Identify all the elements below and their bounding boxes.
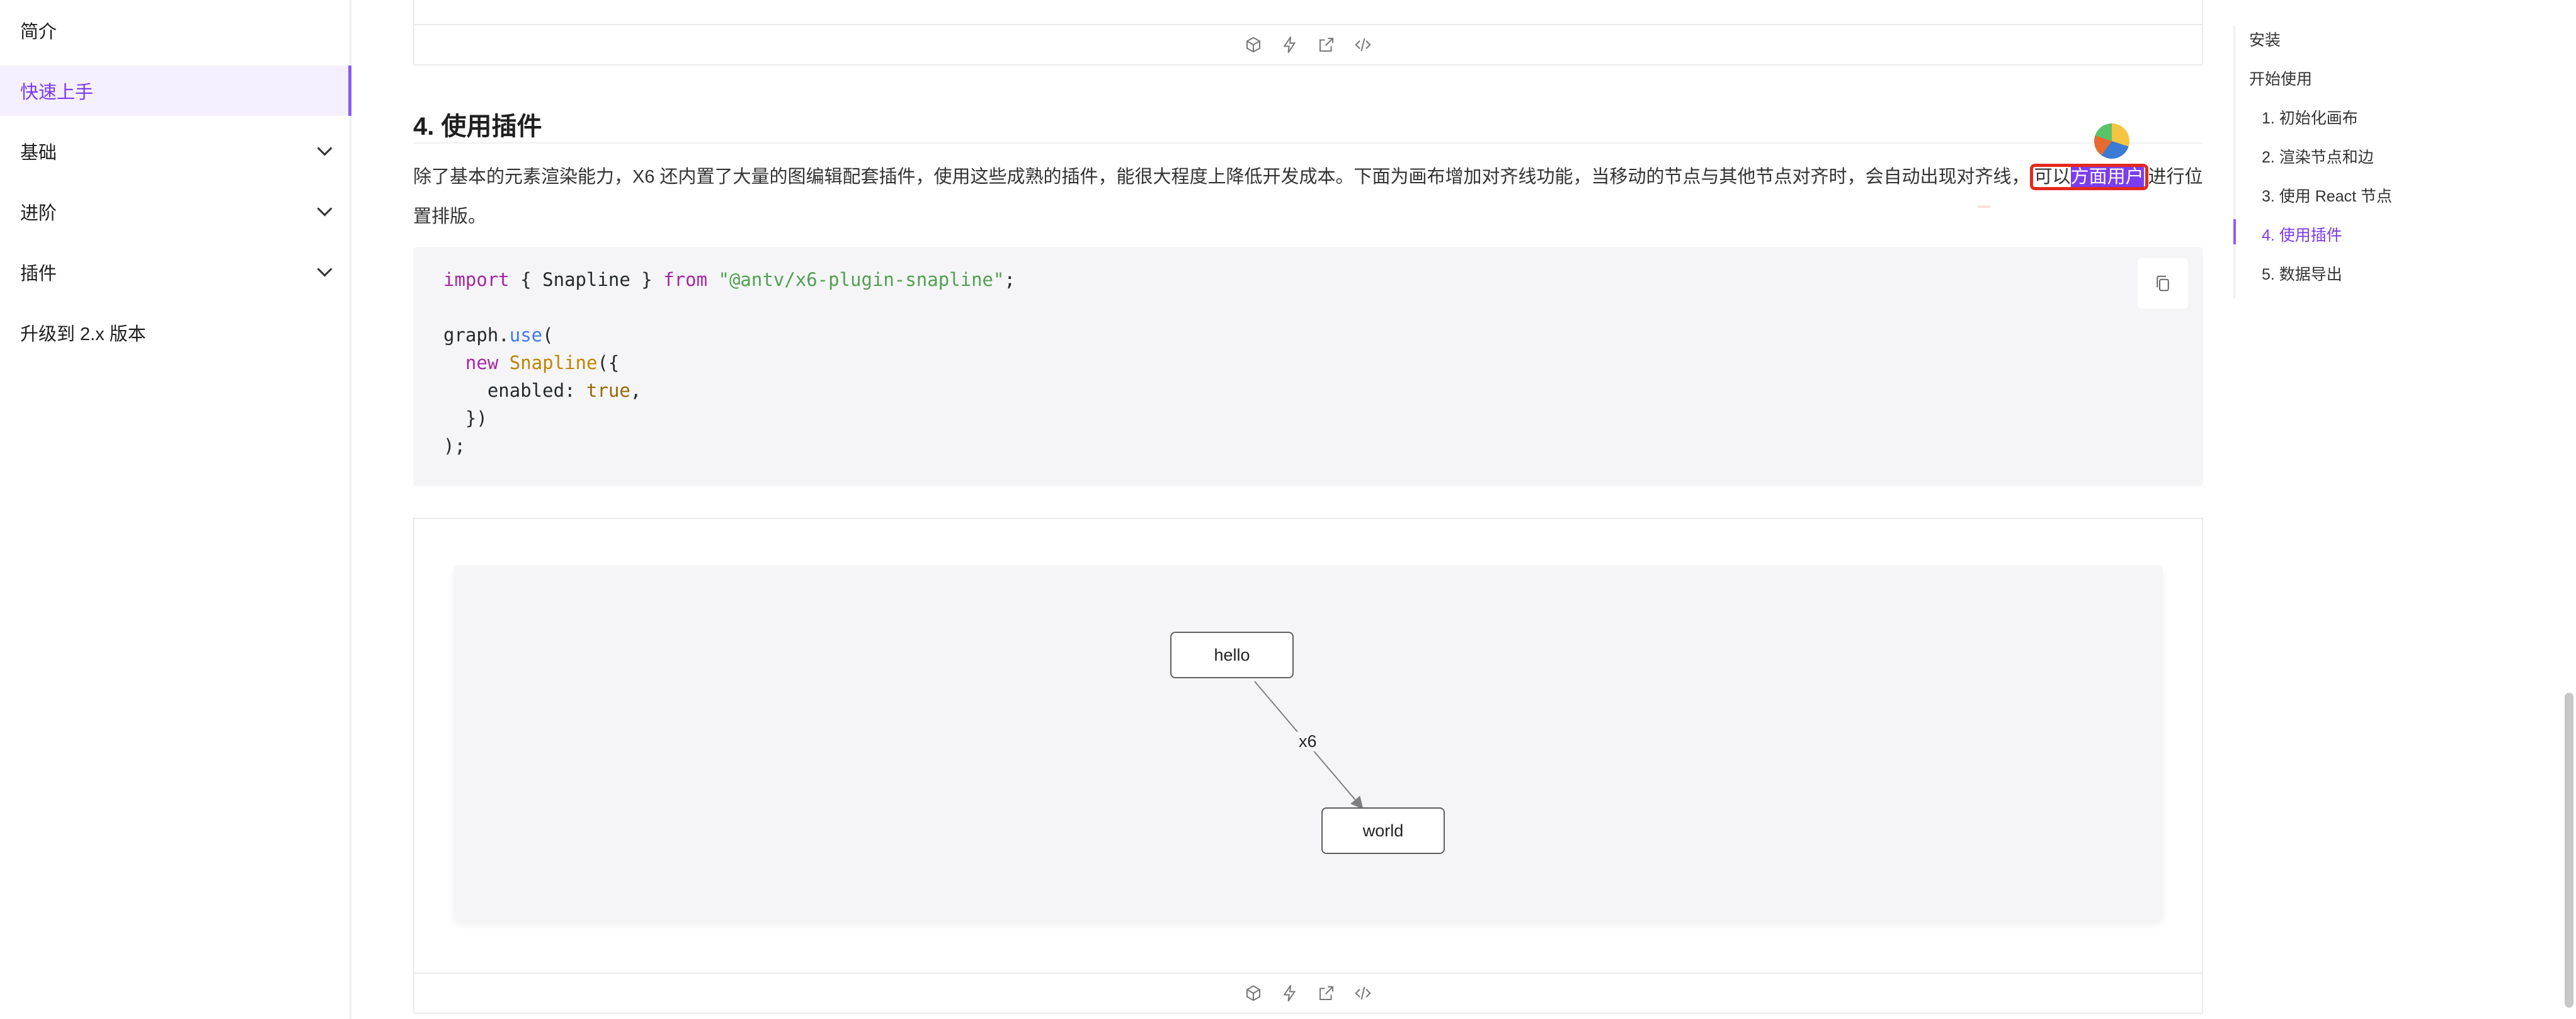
paragraph-text: 除了基本的元素渲染能力，X6 还内置了大量的图编辑配套插件，使用这些成熟的插件，…: [413, 167, 2030, 187]
sidebar-item-intro[interactable]: 简介: [0, 5, 351, 55]
section-divider: [413, 142, 2203, 144]
sidebar-item-label: 基础: [20, 143, 57, 163]
graph-node-world[interactable]: world: [1321, 807, 1445, 854]
selected-text[interactable]: 方面用户: [2070, 167, 2144, 187]
code-token: new: [465, 352, 499, 373]
code-token: :: [564, 380, 586, 401]
chevron-down-icon: [317, 140, 333, 156]
code-token: }): [443, 407, 487, 429]
code-token: );: [443, 435, 465, 457]
code-block: import { Snapline } from "@antv/x6-plugi…: [413, 247, 2203, 486]
sidebar-item-label: 快速上手: [20, 83, 94, 103]
code-token: "@antv/x6-plugin-snapline": [718, 269, 1005, 290]
sidebar: 简介 快速上手 基础 进阶 插件 升级到 2.x 版本: [0, 0, 351, 1019]
toc-item-export-data[interactable]: 5. 数据导出: [2262, 262, 2342, 285]
external-link-icon[interactable]: [1317, 35, 1336, 54]
code-token: (: [542, 324, 554, 346]
copy-icon: [2157, 275, 2169, 292]
sidebar-item-label: 进阶: [20, 203, 57, 224]
code-token: use: [509, 324, 543, 346]
toc-item-init-canvas[interactable]: 1. 初始化画布: [2262, 106, 2358, 128]
external-link-icon[interactable]: [1317, 984, 1336, 1003]
paragraph-text-boxed: 可以: [2034, 167, 2071, 187]
code-token: graph.: [443, 324, 510, 346]
sidebar-item-label: 插件: [20, 264, 57, 284]
code-icon[interactable]: [1354, 984, 1372, 1003]
section-title: 4. 使用插件: [413, 113, 542, 140]
lightning-icon[interactable]: [1280, 984, 1299, 1003]
toc-item-getting-started[interactable]: 开始使用: [2249, 67, 2312, 89]
toc-item-render-nodes[interactable]: 2. 渲染节点和边: [2262, 145, 2374, 168]
sidebar-item-advanced[interactable]: 进阶: [0, 186, 351, 237]
code-token: ({: [597, 352, 620, 373]
translation-tooltip: [1978, 205, 1990, 208]
code-token: enabled: [487, 380, 565, 401]
highlight-box: 可以方面用户: [2029, 164, 2148, 190]
edge-label: x6: [1296, 732, 1319, 751]
code-icon[interactable]: [1354, 35, 1372, 54]
intro-paragraph: 除了基本的元素渲染能力，X6 还内置了大量的图编辑配套插件，使用这些成熟的插件，…: [413, 157, 2208, 237]
codesandbox-icon[interactable]: [1244, 984, 1263, 1003]
code-token: true: [586, 380, 630, 401]
graph-node-hello[interactable]: hello: [1170, 632, 1294, 678]
codesandbox-icon[interactable]: [1244, 35, 1263, 54]
chevron-down-icon: [317, 200, 333, 217]
code-token: ,: [630, 380, 642, 401]
sidebar-item-quick-start[interactable]: 快速上手: [0, 65, 351, 116]
graph-canvas[interactable]: hello world x6: [453, 566, 2163, 921]
scrollbar[interactable]: [2565, 693, 2573, 1008]
toc-item-use-plugins[interactable]: 4. 使用插件: [2262, 223, 2342, 246]
demo-toolbar-top: [413, 24, 2203, 64]
toc-item-install[interactable]: 安装: [2249, 28, 2281, 50]
code-token: ;: [1004, 269, 1015, 290]
toc-item-react-node[interactable]: 3. 使用 React 节点: [2262, 184, 2392, 207]
sidebar-item-basic[interactable]: 基础: [0, 126, 351, 176]
sidebar-item-plugins[interactable]: 插件: [0, 247, 351, 297]
code-token: from: [663, 269, 708, 290]
demo-toolbar: [413, 972, 2203, 1013]
sidebar-item-label: 简介: [20, 22, 57, 42]
toc-active-marker: [2233, 219, 2236, 244]
code-token: import: [443, 269, 510, 290]
code-token: Snapline: [509, 352, 598, 373]
copy-button[interactable]: [2138, 258, 2188, 309]
sidebar-item-label: 升级到 2.x 版本: [20, 324, 146, 344]
sidebar-item-upgrade[interactable]: 升级到 2.x 版本: [0, 307, 351, 358]
chevron-down-icon: [317, 261, 333, 277]
avatar[interactable]: [2094, 123, 2129, 159]
table-of-contents: 安装 开始使用 1. 初始化画布 2. 渲染节点和边 3. 使用 React 节…: [2233, 25, 2500, 299]
code-token: { Snapline }: [509, 269, 664, 290]
lightning-icon[interactable]: [1280, 35, 1299, 54]
